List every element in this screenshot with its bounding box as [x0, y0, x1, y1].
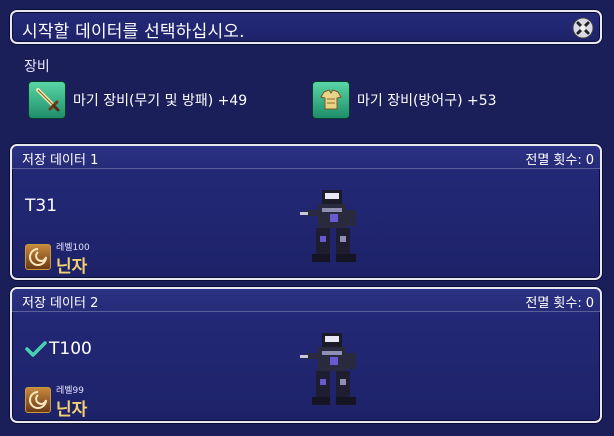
equipment-item-armor: 마기 장비(방어구) +53: [312, 80, 497, 120]
slot-tag: T31: [25, 196, 57, 216]
equipment-section: 장비 마기 장비(무기 및 방패) +49 마기 장비(방어구) +53: [10, 46, 602, 144]
slot-tag: T100: [25, 339, 92, 359]
job-name: 닌자: [56, 257, 88, 277]
slot-tag-text: T31: [25, 196, 58, 216]
check-icon: [25, 341, 47, 357]
slot-name: 저장 데이터 2: [22, 296, 99, 311]
close-icon[interactable]: [571, 16, 595, 40]
sword-icon: [28, 81, 66, 119]
wipe-count: 전멸 횟수: 0: [525, 149, 594, 168]
slot-tag-text: T100: [49, 339, 92, 359]
ninja-sprite: [300, 333, 356, 405]
equipment-armor-text: 마기 장비(방어구) +53: [357, 93, 497, 109]
slot-name: 저장 데이터 1: [22, 153, 99, 168]
page-title: 시작할 데이터를 선택하십시오.: [22, 22, 245, 42]
wipe-count-label: 전멸 횟수:: [525, 296, 582, 311]
job-name: 닌자: [56, 400, 88, 420]
equipment-label: 장비: [24, 59, 50, 75]
slot-header: 저장 데이터 2 전멸 횟수: 0: [12, 289, 600, 312]
wipe-count-value: 0: [585, 153, 594, 168]
wipe-count: 전멸 횟수: 0: [525, 292, 594, 311]
slot-header: 저장 데이터 1 전멸 횟수: 0: [12, 146, 600, 169]
ninja-sprite: [300, 190, 356, 262]
equipment-item-weapon: 마기 장비(무기 및 방패) +49: [28, 80, 247, 120]
save-slot-1[interactable]: 저장 데이터 1 전멸 횟수: 0 T31 레벨100 닌자: [10, 144, 602, 280]
save-slot-2[interactable]: 저장 데이터 2 전멸 횟수: 0 T100 레벨99 닌자: [10, 287, 602, 423]
ninja-job-icon: [25, 244, 51, 270]
equipment-weapon-text: 마기 장비(무기 및 방패) +49: [73, 93, 248, 109]
wipe-count-label: 전멸 횟수:: [525, 153, 582, 168]
ninja-job-icon: [25, 387, 51, 413]
armor-icon: [312, 81, 350, 119]
title-bar: 시작할 데이터를 선택하십시오.: [10, 10, 602, 44]
wipe-count-value: 0: [585, 296, 594, 311]
